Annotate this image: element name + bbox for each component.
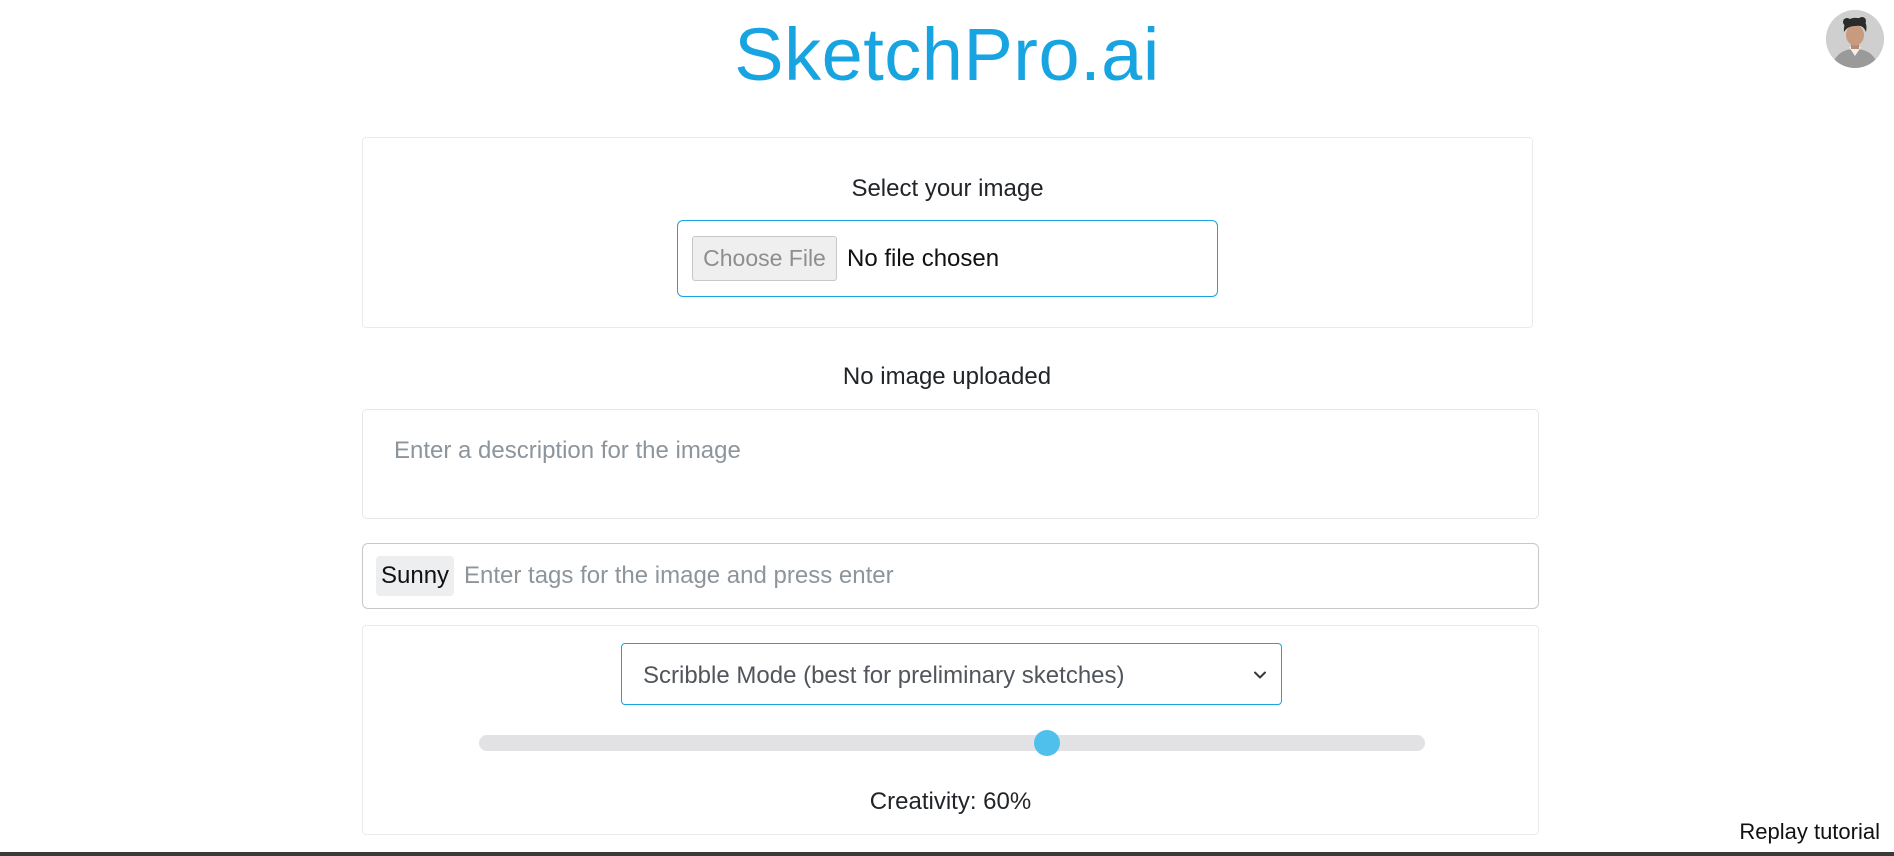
upload-card: Select your image Choose File No file ch… — [362, 137, 1533, 328]
bottom-divider — [0, 852, 1894, 856]
replay-tutorial-link[interactable]: Replay tutorial — [1739, 818, 1880, 846]
mode-select-value: Scribble Mode (best for preliminary sket… — [643, 662, 1125, 689]
tags-placeholder: Enter tags for the image and press enter — [464, 562, 894, 589]
avatar-image — [1826, 10, 1884, 68]
tags-input[interactable]: Sunny Enter tags for the image and press… — [362, 543, 1539, 609]
upload-label: Select your image — [851, 175, 1044, 202]
image-preview-status: No image uploaded — [842, 363, 1052, 390]
choose-file-button[interactable]: Choose File — [692, 236, 837, 281]
description-placeholder: Enter a description for the image — [394, 437, 741, 464]
file-status-text: No file chosen — [847, 245, 1000, 272]
creativity-slider-thumb[interactable] — [1033, 730, 1060, 756]
file-input[interactable]: Choose File No file chosen — [677, 220, 1218, 297]
creativity-label: Creativity: 60% — [869, 788, 1032, 815]
tag-chip-sunny[interactable]: Sunny — [376, 556, 455, 596]
settings-card: Scribble Mode (best for preliminary sket… — [362, 625, 1539, 835]
mode-select[interactable]: Scribble Mode (best for preliminary sket… — [621, 643, 1282, 705]
user-avatar-icon[interactable] — [1826, 10, 1884, 68]
creativity-slider[interactable] — [479, 730, 1425, 756]
app-title: SketchPro.ai — [734, 13, 1160, 96]
description-textarea[interactable]: Enter a description for the image — [362, 409, 1539, 519]
chevron-down-icon — [1254, 671, 1266, 679]
